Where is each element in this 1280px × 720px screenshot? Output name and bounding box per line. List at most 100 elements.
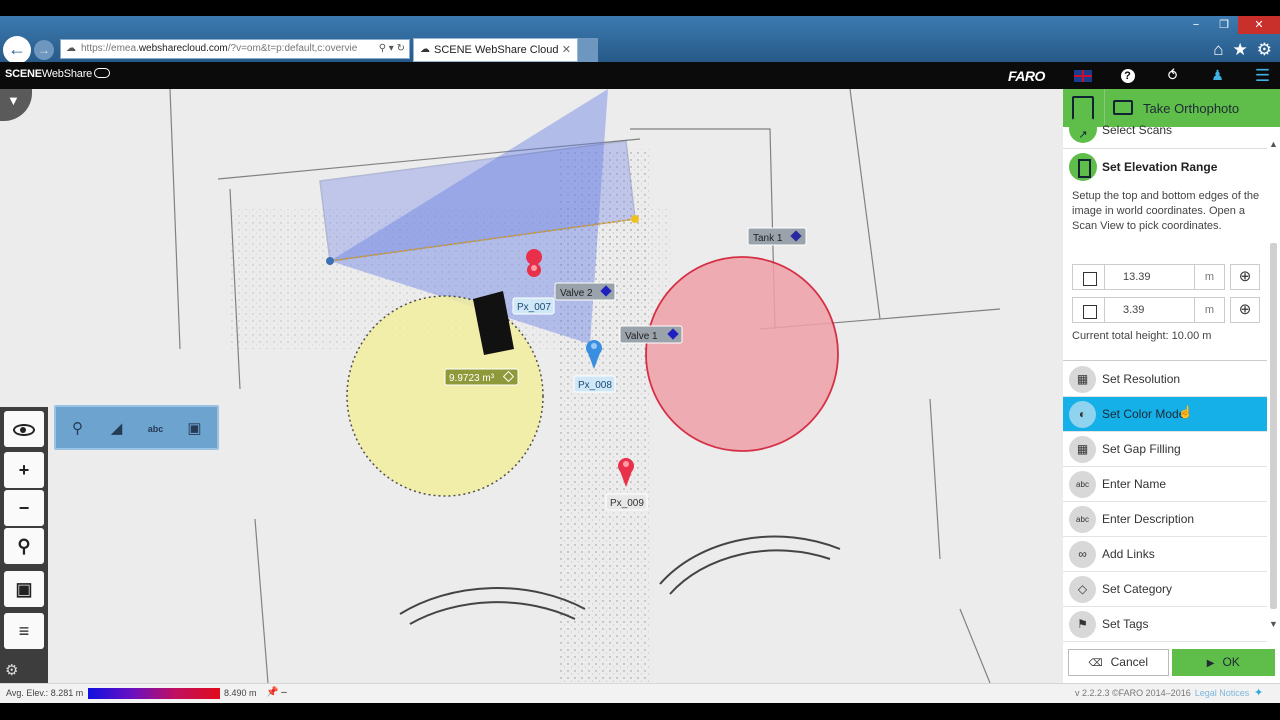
menu-item-set-gap-filling[interactable]: ▦ Set Gap Filling	[1063, 432, 1267, 467]
max-elevation: 8.490 m	[224, 688, 257, 698]
minimize-button[interactable]: −	[1182, 16, 1210, 34]
restore-button[interactable]: ❐	[1210, 16, 1238, 34]
px-008-text: Px_008	[578, 380, 612, 391]
app-header: SCENEWebShare FARO ? ⥀ ♟ ☰	[0, 62, 1280, 89]
zoom-out-button[interactable]: −	[4, 490, 44, 526]
label-volume[interactable]: 9.9723 m³	[444, 368, 519, 386]
label-tank-1[interactable]: Tank 1	[747, 227, 807, 246]
close-window-button[interactable]: ✕	[1238, 16, 1280, 34]
address-bar[interactable]: ☁ https://emea.websharecloud.com/?v=om&t…	[60, 39, 410, 59]
home-icon[interactable]: ⌂	[1213, 40, 1223, 60]
camera-icon: ▣	[187, 420, 202, 437]
minus-icon: −	[18, 498, 30, 518]
label-valve-2[interactable]: Valve 2	[554, 282, 616, 301]
zoom-region-button[interactable]: ⚲	[4, 528, 44, 564]
menu-item-enter-name[interactable]: abc Enter Name	[1063, 467, 1267, 502]
label-px-009[interactable]: Px_009	[605, 493, 648, 511]
grid-icon: ▦	[1069, 366, 1096, 393]
logo-bold: SCENE	[5, 68, 42, 80]
back-button[interactable]: ←	[3, 36, 31, 64]
address-tools[interactable]: ⚲ ▾ ↻	[379, 40, 405, 58]
cancel-label: Cancel	[1110, 655, 1148, 669]
scroll-thumb[interactable]	[1270, 243, 1277, 609]
gear-icon[interactable]: ⚙	[1257, 40, 1272, 60]
bottom-elevation-input[interactable]: 3.39	[1105, 297, 1195, 323]
pick-top-button[interactable]: ⊕	[1230, 264, 1260, 290]
ok-button[interactable]: ▶ OK	[1171, 649, 1275, 676]
screenshot-button[interactable]: ▣	[177, 413, 212, 445]
elevation-gradient	[88, 688, 220, 699]
tag-icon: ⚑	[1069, 611, 1096, 638]
valve-2-text: Valve 2	[560, 288, 593, 299]
share-button[interactable]: ⥀	[1150, 62, 1195, 89]
point-cloud-map[interactable]: Tank 1 Valve 2 Valve 1 Px_007 Px_008 Px_…	[0, 89, 1063, 683]
map-canvas[interactable]: Tank 1 Valve 2 Valve 1 Px_007 Px_008 Px_…	[0, 89, 1063, 683]
star-icon[interactable]: ★	[1233, 40, 1248, 60]
volume-text: 9.9723 m³	[449, 373, 495, 384]
menu-item-set-category[interactable]: ◇ Set Category	[1063, 572, 1267, 607]
label-valve-1[interactable]: Valve 1	[619, 325, 683, 344]
app-logo[interactable]: SCENEWebShare	[5, 68, 111, 80]
close-tab-icon[interactable]: ✕	[562, 39, 571, 61]
header-divider	[1104, 89, 1105, 127]
header-icons: ? ⥀ ♟ ☰	[1060, 62, 1280, 89]
menu-item-set-resolution[interactable]: ▦ Set Resolution	[1063, 362, 1267, 397]
menu-item-set-color-mode[interactable]: ◐ Set Color Mode ☝	[1063, 397, 1267, 432]
orthophoto-button[interactable]: ▣	[4, 571, 44, 607]
menu-button[interactable]: ☰	[1240, 62, 1280, 89]
label-px-007[interactable]: Px_007	[512, 297, 555, 315]
color-mode-icon: ◐	[1069, 401, 1096, 428]
zoom-in-button[interactable]: +	[4, 452, 44, 488]
share-icon: ⥀	[1167, 67, 1178, 83]
forward-button[interactable]: →	[34, 40, 54, 60]
measure-icon: ◢	[110, 420, 123, 437]
select-scans-item[interactable]: ↗ Select Scans	[1063, 115, 1267, 149]
menu-item-set-tags[interactable]: ⚑ Set Tags	[1063, 607, 1267, 642]
refresh-icon[interactable]: ↻	[397, 43, 405, 54]
layers-button[interactable]: ≡	[4, 613, 44, 649]
measure-button[interactable]: ◢	[99, 413, 134, 445]
new-tab-button[interactable]	[578, 38, 598, 62]
browser-toolbar: ⌂ ★ ⚙	[1213, 40, 1272, 60]
scroll-down-icon[interactable]: ▼	[1269, 619, 1278, 629]
cloud-icon: ☁	[66, 43, 76, 54]
filter-icon: ▼	[7, 93, 20, 108]
cloud-icon	[94, 68, 111, 78]
eye-icon	[13, 424, 35, 437]
pick-bottom-button[interactable]: ⊕	[1230, 297, 1260, 323]
help-button[interactable]: ?	[1105, 62, 1150, 89]
image-icon: ▣	[15, 579, 33, 599]
yellow-zone[interactable]	[346, 295, 544, 497]
cancel-button[interactable]: ⌫ Cancel	[1068, 649, 1169, 676]
settings-button[interactable]: ⚙	[0, 659, 48, 683]
backspace-icon: ⌫	[1088, 658, 1103, 669]
add-pin-button[interactable]: ⚲	[60, 413, 95, 445]
user-button[interactable]: ♟	[1195, 62, 1240, 89]
menu-item-enter-description[interactable]: abc Enter Description	[1063, 502, 1267, 537]
chevron-down-icon[interactable]: ▾	[389, 43, 394, 54]
status-bar: Avg. Elev.: 8.281 m 8.490 m 📌 – v 2.2.2.…	[0, 683, 1280, 703]
language-button[interactable]	[1060, 62, 1105, 89]
add-text-button[interactable]: abc	[138, 413, 173, 445]
search-icon[interactable]: ⚲	[379, 43, 386, 54]
crosshair-icon: ⊕	[1238, 268, 1252, 285]
hamburger-icon: ☰	[1254, 66, 1271, 85]
top-elevation-input[interactable]: 13.39	[1105, 264, 1195, 290]
red-zone[interactable]	[645, 256, 839, 452]
layers-icon: ≡	[18, 621, 30, 641]
avg-elevation: Avg. Elev.: 8.281 m	[6, 688, 84, 698]
pin-icon[interactable]: 📌 –	[266, 687, 287, 698]
twitter-icon[interactable]: ✦	[1254, 686, 1268, 699]
help-icon: ?	[1120, 69, 1135, 84]
view-handle[interactable]	[326, 257, 334, 265]
label-px-008[interactable]: Px_008	[573, 375, 616, 393]
view-handle[interactable]	[631, 215, 639, 223]
visibility-button[interactable]	[4, 411, 44, 447]
browser-tab[interactable]: ☁ SCENE WebShare Cloud ✕	[413, 38, 578, 62]
scroll-up-icon[interactable]: ▲	[1269, 139, 1278, 149]
play-icon: ▶	[1206, 658, 1215, 669]
legal-notices-link[interactable]: Legal Notices	[1195, 688, 1250, 698]
panel-scrollbar[interactable]: ▲ ▼	[1267, 139, 1280, 633]
menu-item-add-links[interactable]: ∞ Add Links	[1063, 537, 1267, 572]
menu-item-label: Set Tags	[1102, 617, 1149, 631]
